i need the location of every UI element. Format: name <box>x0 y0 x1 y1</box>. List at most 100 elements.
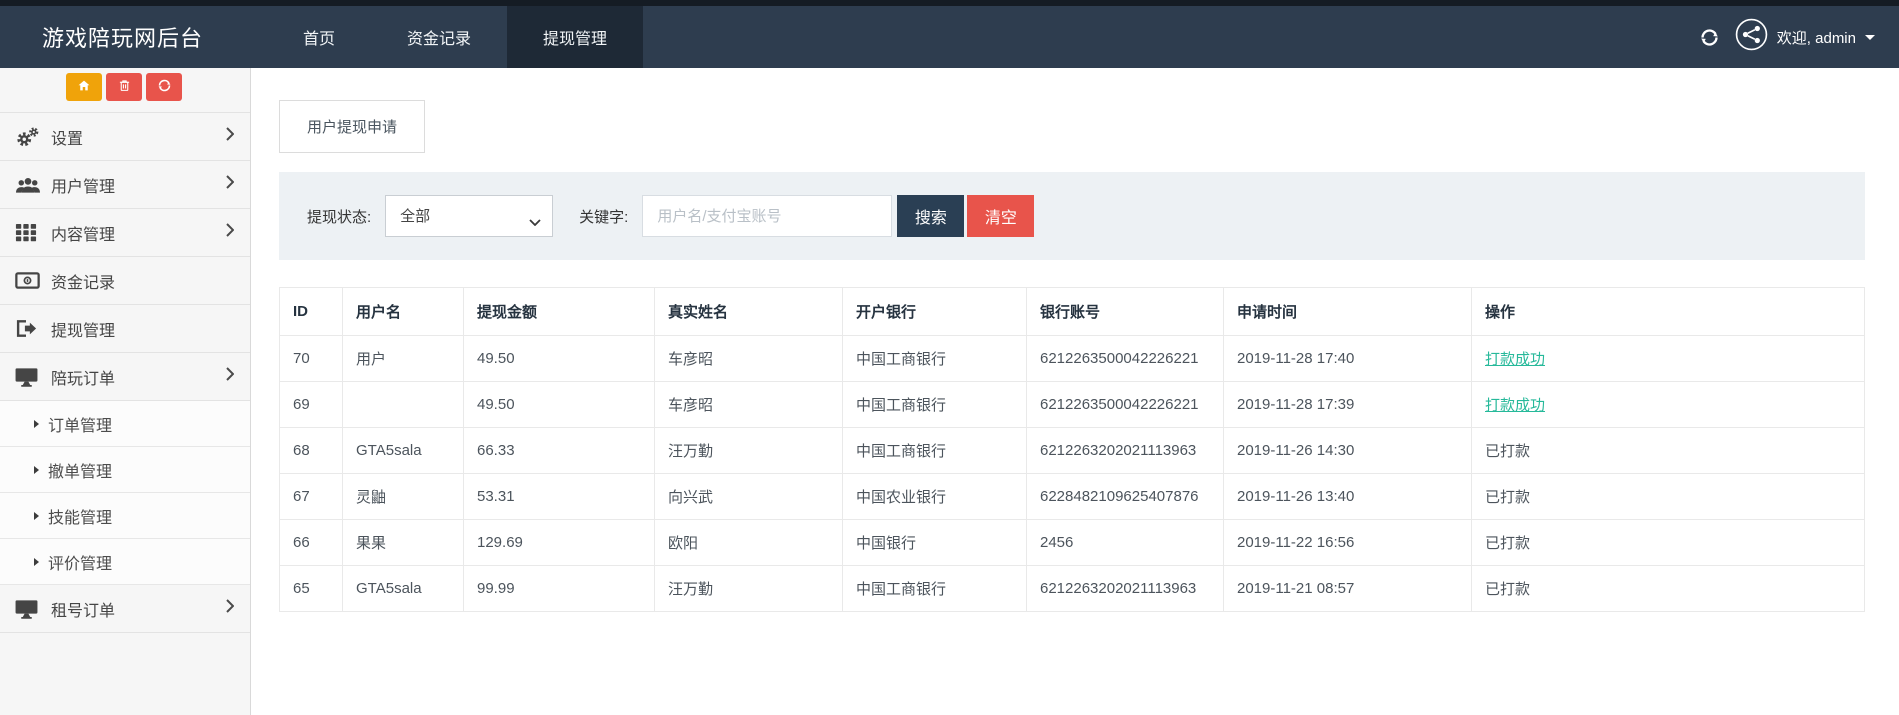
paid-status-text: 已打款 <box>1472 428 1865 474</box>
cell-realname: 向兴武 <box>655 474 843 520</box>
navbar-right: 欢迎, admin <box>1699 6 1899 68</box>
home-button[interactable] <box>66 73 102 101</box>
sidebar-item-companion-orders[interactable]: 陪玩订单 <box>0 353 250 401</box>
cell-realname: 汪万勤 <box>655 428 843 474</box>
chevron-right-icon <box>226 367 234 386</box>
cell-amount: 99.99 <box>464 566 655 612</box>
sidebar-item-settings[interactable]: 设置 <box>0 113 250 161</box>
paid-status-text: 已打款 <box>1472 520 1865 566</box>
col-header-action: 操作 <box>1472 288 1865 336</box>
table-row: 65 GTA5sala 99.99 汪万勤 中国工商银行 62122632020… <box>280 566 1865 612</box>
cell-time: 2019-11-28 17:40 <box>1224 336 1472 382</box>
app-title: 游戏陪玩网后台 <box>0 6 239 68</box>
cell-amount: 129.69 <box>464 520 655 566</box>
users-icon <box>15 175 51 195</box>
trash-button[interactable] <box>106 73 142 101</box>
table-row: 70 用户 49.50 车彦昭 中国工商银行 62122635000422262… <box>280 336 1865 382</box>
cell-time: 2019-11-22 16:56 <box>1224 520 1472 566</box>
cell-account: 6228482109625407876 <box>1027 474 1224 520</box>
payment-success-link[interactable]: 打款成功 <box>1485 351 1545 368</box>
cell-username: GTA5sala <box>343 566 464 612</box>
cell-username <box>343 382 464 428</box>
chevron-right-icon <box>226 599 234 618</box>
refresh-icon[interactable] <box>1699 27 1720 48</box>
col-header-realname: 真实姓名 <box>655 288 843 336</box>
chevron-right-icon <box>226 223 234 242</box>
cell-account: 6212263202021113963 <box>1027 566 1224 612</box>
money-icon <box>15 272 51 289</box>
chevron-right-icon <box>226 175 234 194</box>
chevron-right-icon <box>226 127 234 146</box>
caret-right-icon <box>34 558 39 566</box>
sidebar-subitem-review-management[interactable]: 评价管理 <box>0 539 250 585</box>
sidebar-subitem-label: 撤单管理 <box>48 458 112 482</box>
sidebar-item-funds[interactable]: 资金记录 <box>0 257 250 305</box>
caret-right-icon <box>34 512 39 520</box>
cell-amount: 66.33 <box>464 428 655 474</box>
status-select[interactable]: 全部 <box>385 195 553 237</box>
navbar-menu: 首页 资金记录 提现管理 <box>267 6 643 68</box>
table-row: 67 灵鼬 53.31 向兴武 中国农业银行 62284821096254078… <box>280 474 1865 520</box>
nav-item-funds[interactable]: 资金记录 <box>371 6 507 68</box>
cell-account: 6212263500042226221 <box>1027 382 1224 428</box>
col-header-id: ID <box>280 288 343 336</box>
sidebar-item-label: 租号订单 <box>51 597 226 621</box>
cell-account: 6212263500042226221 <box>1027 336 1224 382</box>
sidebar-item-content[interactable]: 内容管理 <box>0 209 250 257</box>
sidebar-subitem-label: 技能管理 <box>48 504 112 528</box>
filter-panel: 提现状态: 全部 关键字: 搜索 清空 <box>279 172 1865 260</box>
cell-bank: 中国工商银行 <box>843 336 1027 382</box>
sidebar-item-label: 内容管理 <box>51 221 226 245</box>
main-content: 用户提现申请 提现状态: 全部 关键字: 搜索 清空 <box>251 68 1899 715</box>
sidebar-toolbar <box>0 68 250 112</box>
welcome-text: 欢迎, admin <box>1777 27 1856 48</box>
cell-time: 2019-11-26 14:30 <box>1224 428 1472 474</box>
col-header-username: 用户名 <box>343 288 464 336</box>
desktop-icon <box>15 367 51 387</box>
nav-item-home[interactable]: 首页 <box>267 6 371 68</box>
cell-time: 2019-11-21 08:57 <box>1224 566 1472 612</box>
sidebar-item-label: 提现管理 <box>51 317 234 341</box>
desktop-icon <box>15 599 51 619</box>
recycle-icon <box>157 78 172 96</box>
cell-id: 70 <box>280 336 343 382</box>
sidebar-item-rental-orders[interactable]: 租号订单 <box>0 585 250 633</box>
cell-realname: 车彦昭 <box>655 382 843 428</box>
cell-realname: 车彦昭 <box>655 336 843 382</box>
cell-bank: 中国农业银行 <box>843 474 1027 520</box>
cell-id: 66 <box>280 520 343 566</box>
sidebar-subitem-cancel-management[interactable]: 撤单管理 <box>0 447 250 493</box>
status-select-wrap: 全部 <box>385 195 553 237</box>
cell-id: 65 <box>280 566 343 612</box>
caret-right-icon <box>34 466 39 474</box>
user-menu[interactable]: 欢迎, admin <box>1735 18 1875 56</box>
sidebar-item-label: 用户管理 <box>51 173 226 197</box>
grid-icon <box>15 223 51 242</box>
search-button[interactable]: 搜索 <box>897 195 964 237</box>
sidebar-subitem-order-management[interactable]: 订单管理 <box>0 401 250 447</box>
cell-amount: 49.50 <box>464 336 655 382</box>
cell-account: 2456 <box>1027 520 1224 566</box>
sidebar-menu: 设置 用户管理 <box>0 112 250 633</box>
clear-button[interactable]: 清空 <box>967 195 1034 237</box>
cell-time: 2019-11-28 17:39 <box>1224 382 1472 428</box>
top-navbar: 游戏陪玩网后台 首页 资金记录 提现管理 <box>0 6 1899 68</box>
sidebar-subitem-label: 评价管理 <box>48 550 112 574</box>
sidebar-subitem-skill-management[interactable]: 技能管理 <box>0 493 250 539</box>
payment-success-link[interactable]: 打款成功 <box>1485 397 1545 414</box>
sidebar-item-withdrawal[interactable]: 提现管理 <box>0 305 250 353</box>
sidebar-item-users[interactable]: 用户管理 <box>0 161 250 209</box>
table-row: 66 果果 129.69 欧阳 中国银行 2456 2019-11-22 16:… <box>280 520 1865 566</box>
sidebar-item-label: 陪玩订单 <box>51 365 226 389</box>
table-row: 68 GTA5sala 66.33 汪万勤 中国工商银行 62122632020… <box>280 428 1865 474</box>
sidebar-item-label: 资金记录 <box>51 269 234 293</box>
gears-icon <box>15 126 51 148</box>
keyword-input[interactable] <box>642 195 892 237</box>
tab-withdrawal-requests[interactable]: 用户提现申请 <box>279 100 425 153</box>
cell-realname: 汪万勤 <box>655 566 843 612</box>
nav-item-withdrawal[interactable]: 提现管理 <box>507 6 643 68</box>
recycle-button[interactable] <box>146 73 182 101</box>
export-icon <box>15 319 51 338</box>
sidebar-subitem-label: 订单管理 <box>48 412 112 436</box>
trash-icon <box>118 78 131 96</box>
